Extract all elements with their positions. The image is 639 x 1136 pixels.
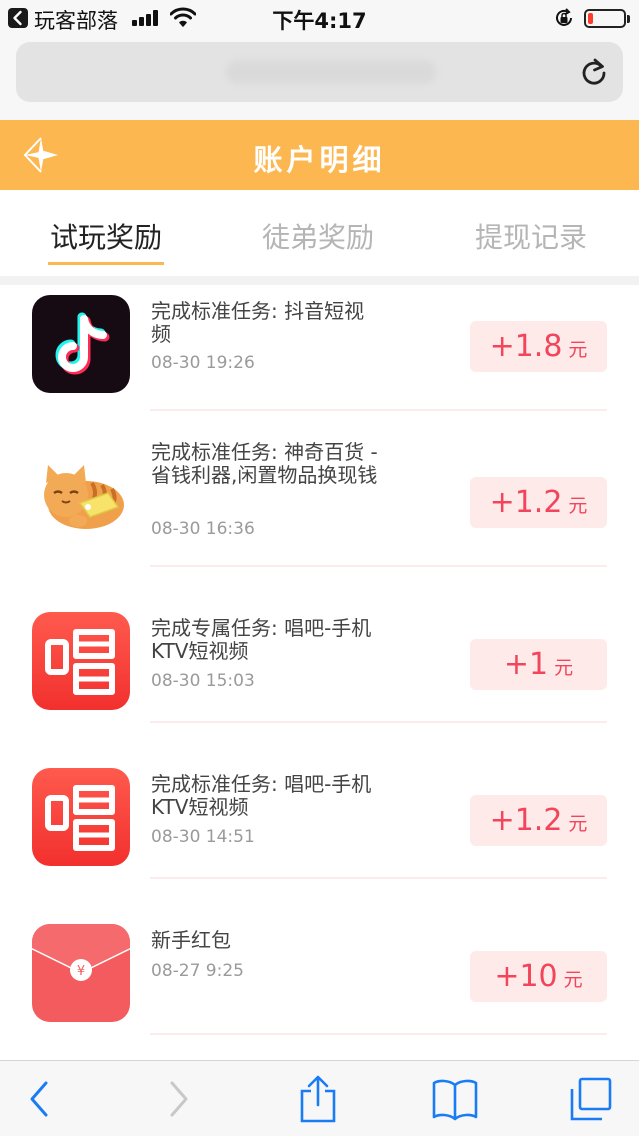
changba-app-icon: [32, 612, 130, 710]
reward-amount: +1.2 元: [470, 795, 607, 846]
reward-unit: 元: [568, 813, 588, 835]
list-item[interactable]: ¥ 新手红包 08-27 9:25 +10 元: [0, 879, 639, 1035]
reward-amount: +1 元: [470, 639, 607, 690]
svg-text:¥: ¥: [77, 964, 85, 979]
page-header: 账户明细: [0, 120, 639, 190]
forward-icon[interactable]: [164, 1075, 194, 1123]
browser-address-area: [0, 36, 639, 120]
address-bar[interactable]: [16, 42, 623, 102]
record-list: 完成标准任务: 抖音短视频 08-30 19:26 +1.8 元 完成标准任务: …: [0, 285, 639, 1060]
douyin-app-icon: [32, 295, 130, 393]
task-title: 完成标准任务: 抖音短视频: [151, 299, 365, 346]
task-time: 08-30 19:26: [151, 353, 255, 373]
row-divider: [150, 1033, 607, 1035]
cat-mascot-icon: [32, 441, 130, 539]
divider: [0, 276, 639, 285]
reward-amount: +1.8 元: [470, 321, 607, 372]
red-envelope-icon: ¥: [32, 924, 130, 1022]
reward-unit: 元: [563, 969, 583, 991]
reward-value: +1: [503, 647, 549, 682]
task-title: 完成专属任务: 唱吧-手机KTV短视频: [151, 616, 372, 663]
tabs-icon[interactable]: [568, 1075, 614, 1123]
page-title: 账户明细: [253, 143, 386, 177]
reward-unit: 元: [554, 657, 574, 679]
reward-unit: 元: [568, 495, 588, 517]
battery-icon: [584, 9, 630, 28]
status-bar: 玩客部落 下午4:17: [0, 0, 639, 36]
list-item[interactable]: 完成专属任务: 唱吧-手机KTV短视频 08-30 15:03 +1 元: [0, 567, 639, 723]
list-item[interactable]: 完成标准任务: 抖音短视频 08-30 19:26 +1.8 元: [0, 285, 639, 411]
task-title: 新手红包: [151, 928, 231, 952]
reward-value: +1.2: [489, 485, 563, 520]
tab-trial-rewards[interactable]: 试玩奖励: [50, 216, 162, 256]
task-time: 08-30 15:03: [151, 671, 255, 691]
reward-amount: +10 元: [470, 951, 607, 1002]
reward-value: +1.8: [489, 329, 563, 364]
back-icon[interactable]: [24, 1075, 54, 1123]
browser-toolbar: [0, 1060, 639, 1136]
task-title: 完成标准任务: 唱吧-手机KTV短视频: [151, 772, 372, 819]
changba-app-icon: [32, 768, 130, 866]
bookmarks-icon[interactable]: [431, 1075, 479, 1123]
address-text: [226, 60, 436, 84]
task-time: 08-30 14:51: [151, 827, 255, 847]
share-icon[interactable]: [298, 1075, 338, 1123]
tab-withdrawal-records[interactable]: 提现记录: [475, 216, 587, 256]
task-title: 完成标准任务: 神奇百货 - 省钱利器,闲置物品换现钱: [151, 440, 378, 487]
active-tab-indicator: [48, 262, 164, 265]
reward-amount: +1.2 元: [470, 477, 607, 528]
reward-value: +10: [494, 959, 558, 994]
task-time: 08-30 16:36: [151, 519, 255, 539]
tab-apprentice-rewards[interactable]: 徒弟奖励: [262, 216, 374, 256]
reload-icon[interactable]: [579, 57, 609, 87]
reward-unit: 元: [568, 339, 588, 361]
list-item[interactable]: 完成标准任务: 唱吧-手机KTV短视频 08-30 14:51 +1.2 元: [0, 723, 639, 879]
reward-value: +1.2: [489, 803, 563, 838]
rotation-lock-icon: [556, 8, 572, 26]
list-item[interactable]: 完成标准任务: 神奇百货 - 省钱利器,闲置物品换现钱 08-30 16:36 …: [0, 411, 639, 567]
clock: 下午4:17: [272, 9, 367, 33]
battery-level: [588, 13, 593, 24]
task-time: 08-27 9:25: [151, 961, 244, 981]
